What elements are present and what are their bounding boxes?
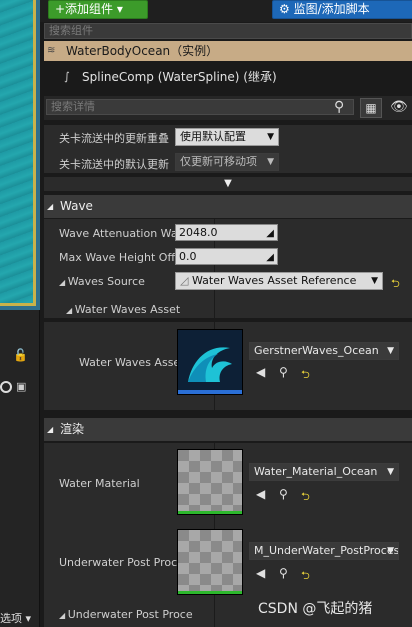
label-text: Underwater Post Proce (67, 608, 193, 621)
waves-source-dropdown[interactable]: ◿ Water Waves Asset Reference ▼ (175, 272, 383, 290)
tree-item-label: WaterBodyOcean（实例） (66, 44, 219, 58)
circle-icon[interactable] (0, 381, 12, 393)
details-search-input[interactable]: 搜索详情 (46, 99, 354, 115)
waves-asset-subheader: ◢ Water Waves Asset (66, 303, 180, 316)
streaming-label-2: 关卡流送中的默认更新 (59, 158, 169, 171)
grid-view-icon[interactable]: ▦ (360, 98, 382, 118)
use-selected-arrow-icon[interactable]: ◀ (256, 365, 265, 379)
section-wave[interactable]: ◢ Wave (44, 195, 412, 218)
use-selected-arrow-icon[interactable]: ◀ (256, 487, 265, 501)
water-material-thumbnail[interactable] (177, 449, 243, 515)
chevron-down-icon: ▼ (387, 346, 394, 356)
section-render[interactable]: ◢ 渲染 (44, 418, 412, 441)
collapse-icon: ◢ (66, 306, 75, 315)
underwater-pp-dropdown[interactable]: M_UnderWater_PostProces ▼ (249, 542, 399, 560)
resize-icon: ◢ (266, 252, 274, 263)
left-panel: 🔓 ▣ 选项 ▾ (0, 310, 40, 627)
field-value: 0.0 (179, 250, 197, 263)
waves-asset-thumbnail[interactable] (177, 329, 243, 395)
save-icon[interactable]: ▣ (16, 380, 26, 393)
expand-arrow-icon: ▼ (224, 178, 232, 189)
streaming-group: 关卡流送中的更新重叠 使用默认配置 ▼ 关卡流送中的默认更新 仅更新可移动项 ▼ (44, 125, 412, 173)
dropdown-value: M_UnderWater_PostProces (254, 544, 399, 557)
collapse-icon: ◢ (47, 425, 54, 434)
asset-ref-icon: ◿ (180, 274, 192, 287)
reset-arrow-icon[interactable]: ⮌ (301, 366, 310, 385)
chevron-down-icon: ▼ (387, 546, 394, 556)
lock-icon[interactable]: 🔓 (13, 348, 28, 362)
details-toolbar: 搜索详情 ⚲ ▦ 👁 (44, 96, 412, 120)
asset-type-bar (178, 390, 242, 394)
chevron-down-icon: ▼ (267, 157, 274, 167)
dropdown-value: GerstnerWaves_Ocean (254, 344, 379, 357)
component-search-input[interactable]: 搜索组件 (44, 23, 412, 39)
tree-item-waterbodyocean[interactable]: ≋ WaterBodyOcean（实例） (44, 41, 412, 61)
field-value: 2048.0 (179, 226, 218, 239)
browse-search-icon[interactable]: ⚲ (279, 566, 288, 580)
add-component-button[interactable]: +添加组件 ▾ (48, 0, 148, 19)
material-type-bar (178, 591, 242, 594)
spline-icon: ∫ (64, 70, 70, 83)
dropdown-value: Water Waves Asset Reference (191, 274, 357, 287)
watermark: CSDN @飞起的猪 (258, 601, 373, 617)
waves-source-label: ◢ Waves Source (59, 275, 145, 288)
tree-item-splinecomp[interactable]: ∫ SplineComp (WaterSpline) (继承) (44, 66, 412, 88)
water-material-label: Water Material (59, 477, 140, 490)
eye-icon[interactable]: 👁 (390, 99, 408, 115)
search-icon[interactable]: ⚲ (334, 99, 344, 115)
section-title: Wave (60, 199, 93, 213)
streaming-dropdown-2[interactable]: 仅更新可移动项 ▼ (175, 153, 279, 171)
streaming-dropdown-1[interactable]: 使用默认配置 ▼ (175, 128, 279, 146)
streaming-label-1: 关卡流送中的更新重叠 (59, 132, 169, 145)
collapse-icon: ◢ (59, 611, 68, 620)
underwater-pp-thumbnail[interactable] (177, 529, 243, 595)
resize-icon: ◢ (266, 228, 274, 239)
reset-arrow-icon[interactable]: ⮌ (391, 275, 400, 294)
wave-attenuation-field[interactable]: 2048.0 ◢ (175, 224, 278, 241)
ocean-surface (0, 0, 36, 306)
dropdown-value: Water_Material_Ocean (254, 465, 378, 478)
underwater-pp-label-2: ◢ Underwater Post Proce (59, 608, 211, 621)
label-text: Water Waves Asset (74, 303, 181, 316)
reset-arrow-icon[interactable]: ⮌ (301, 488, 310, 507)
browse-search-icon[interactable]: ⚲ (279, 487, 288, 501)
component-toolbar: +添加组件 ▾ ⚙ 监图/添加脚本 (40, 0, 412, 22)
collapse-icon: ◢ (47, 202, 54, 211)
expand-advanced-button[interactable]: ▼ (44, 177, 412, 191)
wave-icon (188, 347, 232, 382)
collapse-icon: ◢ (59, 278, 68, 287)
section-title: 渲染 (60, 422, 85, 436)
chevron-down-icon: ▼ (387, 467, 394, 477)
chevron-down-icon: ▼ (267, 132, 274, 142)
reset-arrow-icon[interactable]: ⮌ (301, 567, 310, 586)
dropdown-value: 仅更新可移动项 (180, 155, 257, 168)
browse-search-icon[interactable]: ⚲ (279, 365, 288, 379)
tree-item-label: SplineComp (WaterSpline) (继承) (82, 70, 277, 84)
waves-asset-dropdown[interactable]: GerstnerWaves_Ocean ▼ (249, 342, 399, 360)
wave-properties: Wave Attenuation Wat 2048.0 ◢ Max Wave He… (44, 219, 412, 318)
viewport-preview[interactable] (0, 0, 40, 310)
dropdown-value: 使用默认配置 (180, 130, 246, 143)
max-wave-height-field[interactable]: 0.0 ◢ (175, 248, 278, 265)
material-type-bar (178, 511, 242, 514)
water-body-icon: ≋ (47, 45, 56, 56)
blueprint-script-button[interactable]: ⚙ 监图/添加脚本 (272, 0, 412, 19)
label-text: Waves Source (67, 275, 145, 288)
waves-asset-row: Water Waves Asse GerstnerWaves_Ocean ▼ ◀ … (44, 322, 412, 410)
use-selected-arrow-icon[interactable]: ◀ (256, 566, 265, 580)
chevron-down-icon: ▼ (371, 276, 378, 286)
water-material-dropdown[interactable]: Water_Material_Ocean ▼ (249, 463, 399, 481)
options-button[interactable]: 选项 ▾ (0, 610, 31, 626)
